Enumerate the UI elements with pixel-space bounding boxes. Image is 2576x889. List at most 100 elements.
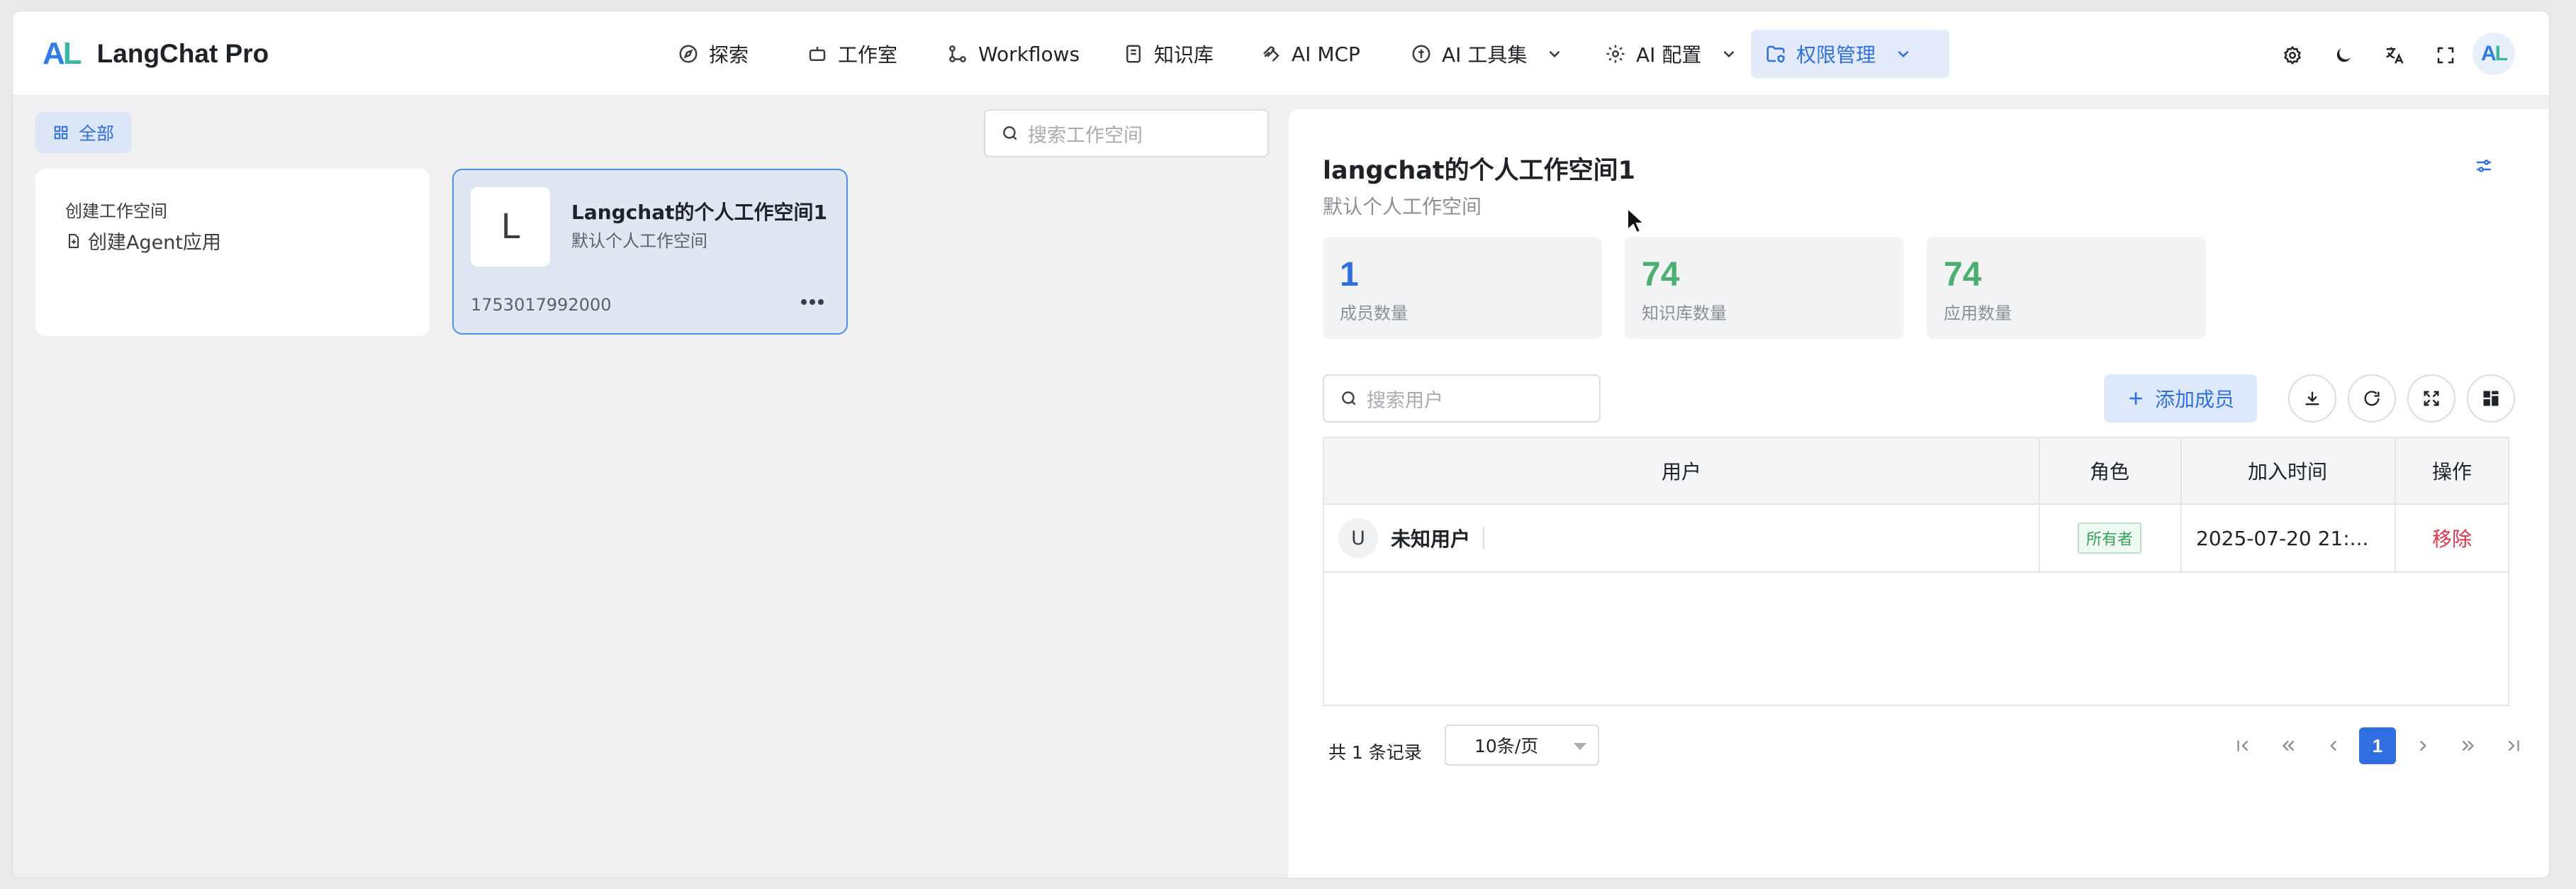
remove-member-button[interactable]: 移除 [2432,524,2472,552]
mcp-icon [1260,43,1282,65]
stat-value: 74 [1944,256,1982,293]
page-number-current[interactable]: 1 [2359,727,2396,764]
add-member-label: 添加成员 [2154,388,2234,411]
filter-all-label: 全部 [78,123,114,144]
workflow-icon [947,43,968,65]
workspace-id: 1753017992000 [471,295,612,315]
gear-icon [1605,43,1626,65]
role-cell: 所有者 [2039,505,2180,571]
stat-value: 74 [1642,256,1680,293]
grid-icon [53,125,69,140]
nav-item-knowledge[interactable]: 知识库 [1109,30,1228,78]
nav-label: 知识库 [1154,43,1214,67]
create-agent-app-label: 创建Agent应用 [88,232,221,254]
workspace-desc: 默认个人工作空间 [571,231,707,251]
compass-icon [678,43,699,65]
translate-icon[interactable] [2382,43,2407,68]
avatar: U [1338,518,1378,558]
stat-apps: 74 应用数量 [1927,237,2206,339]
page-size-select[interactable]: 10条/页 [1445,725,1599,766]
divider [1483,527,1485,549]
chevron-down-icon [1720,45,1738,63]
user-search-placeholder: 搜索用户 [1367,389,1443,412]
more-icon[interactable] [797,289,828,315]
mouse-cursor-icon [1626,206,1646,237]
nav-item-ai-tools[interactable]: AI 工具集 [1396,30,1578,78]
detail-title: langchat的个人工作空间1 [1323,157,1635,185]
user-name: 未知用户 [1391,527,1471,551]
fullscreen-icon[interactable] [2433,43,2458,68]
stat-label: 应用数量 [1944,303,2012,323]
nav-item-permissions[interactable]: 权限管理 [1751,30,1949,78]
filter-all-tab[interactable]: 全部 [35,112,132,153]
settings-icon[interactable] [2280,43,2305,68]
folder-shield-icon [1765,43,1786,65]
refresh-icon[interactable] [2348,374,2396,423]
last-page-icon[interactable] [2495,727,2532,764]
table-header-row: 用户 角色 加入时间 操作 [1324,438,2508,505]
workspace-name: Langchat的个人工作空间1 [571,201,828,224]
app-logo[interactable]: AL LangChat Pro [43,36,269,71]
prev-page-icon[interactable] [2315,727,2352,764]
next-page-icon[interactable] [2404,727,2441,764]
stat-label: 知识库数量 [1642,303,1727,323]
robot-icon [807,43,828,65]
nav-item-ai-mcp[interactable]: AI MCP [1246,30,1374,78]
table-row[interactable]: U 未知用户 所有者 2025-07-20 21:... 移除 [1324,505,2508,573]
app-title: LangChat Pro [96,39,269,68]
stat-label: 成员数量 [1340,303,1408,323]
workspace-card[interactable]: L Langchat的个人工作空间1 默认个人工作空间 175301799200… [452,169,848,335]
file-add-icon [65,233,82,250]
role-badge: 所有者 [2077,522,2141,554]
joined-cell: 2025-07-20 21:... [2196,526,2369,550]
column-header-joined[interactable]: 加入时间 [2180,438,2395,503]
pager-total: 共 1 条记录 [1328,742,1422,763]
column-header-user[interactable]: 用户 [1324,438,2039,503]
create-workspace-card: 创建工作空间 创建Agent应用 [35,169,430,336]
expand-icon[interactable] [2407,374,2455,423]
chevron-down-icon [1894,45,1913,63]
search-icon [1340,389,1358,408]
next-group-icon[interactable] [2450,727,2487,764]
workspace-search-placeholder: 搜索工作空间 [1028,124,1143,147]
nav-label: 工作室 [838,43,898,67]
plus-icon [2127,389,2145,408]
prev-group-icon[interactable] [2270,727,2307,764]
nav-label: 探索 [709,43,749,67]
moon-icon[interactable] [2331,43,2356,68]
create-agent-app-button[interactable]: 创建Agent应用 [65,227,221,255]
add-member-button[interactable]: 添加成员 [2104,374,2257,423]
user-search-input[interactable]: 搜索用户 [1323,374,1601,423]
nav-label: AI 配置 [1636,43,1702,67]
download-icon[interactable] [2288,374,2336,423]
search-icon [1001,124,1019,142]
nav-label: 权限管理 [1796,43,1876,67]
nav-label: AI MCP [1292,42,1360,66]
members-table: 用户 角色 加入时间 操作 U 未知用户 所有者 2025-07-20 21:.… [1323,437,2509,706]
user-avatar[interactable]: AL [2473,33,2515,75]
workspace-avatar: L [471,187,550,267]
caret-down-icon [1574,743,1586,750]
stat-value: 1 [1340,256,1359,293]
stat-knowledge: 74 知识库数量 [1625,237,1904,339]
user-cell: U 未知用户 [1324,505,2039,571]
action-cell: 移除 [2395,505,2509,571]
nav-item-workflows[interactable]: Workflows [933,30,1094,78]
page-size-value: 10条/页 [1474,736,1539,756]
workspace-search-input[interactable]: 搜索工作空间 [984,109,1269,157]
create-workspace-button[interactable]: 创建工作空间 [65,197,167,222]
workspace-detail-panel: langchat的个人工作空间1 默认个人工作空间 1 成员数量 74 知识库数… [1289,109,2549,878]
column-header-action[interactable]: 操作 [2395,438,2509,503]
nav-item-studio[interactable]: 工作室 [793,30,912,78]
logo-mark: AL [43,36,82,71]
nav-label: AI 工具集 [1442,43,1528,67]
chevron-down-icon [1545,45,1564,63]
first-page-icon[interactable] [2224,727,2261,764]
nav-item-ai-config[interactable]: AI 配置 [1591,30,1752,78]
column-header-role[interactable]: 角色 [2039,438,2180,503]
tools-icon [1411,43,1432,65]
column-settings-icon[interactable] [2467,374,2515,423]
book-icon [1123,43,1144,65]
sliders-icon[interactable] [2470,152,2498,180]
nav-item-explore[interactable]: 探索 [663,30,763,78]
